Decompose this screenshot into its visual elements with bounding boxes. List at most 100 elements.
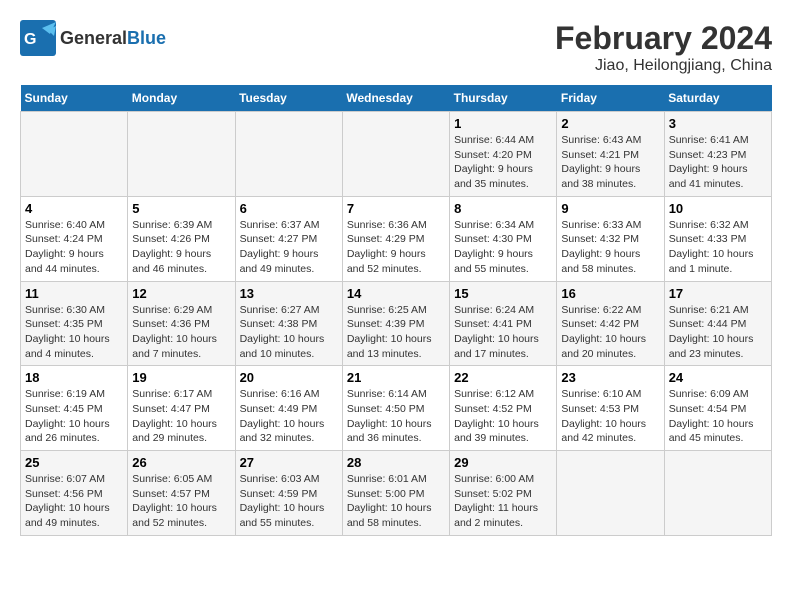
day-number: 28 <box>347 455 445 470</box>
day-info: Sunrise: 6:17 AM Sunset: 4:47 PM Dayligh… <box>132 387 230 446</box>
day-info: Sunrise: 6:22 AM Sunset: 4:42 PM Dayligh… <box>561 303 659 362</box>
day-number: 25 <box>25 455 123 470</box>
day-number: 15 <box>454 286 552 301</box>
day-number: 5 <box>132 201 230 216</box>
calendar-body: 1Sunrise: 6:44 AM Sunset: 4:20 PM Daylig… <box>21 112 772 536</box>
day-header-wednesday: Wednesday <box>342 85 449 112</box>
day-number: 18 <box>25 370 123 385</box>
calendar-day-8: 8 Sunrise: 6:34 AM Sunset: 4:30 PM Daylig… <box>450 196 557 281</box>
day-number: 21 <box>347 370 445 385</box>
svg-text:G: G <box>24 31 36 48</box>
day-header-monday: Monday <box>128 85 235 112</box>
day-info: Sunrise: 6:32 AM Sunset: 4:33 PM Dayligh… <box>669 218 767 277</box>
day-header-tuesday: Tuesday <box>235 85 342 112</box>
calendar-day-9: 9 Sunrise: 6:33 AM Sunset: 4:32 PM Daylig… <box>557 196 664 281</box>
day-info: Sunrise: 6:36 AM Sunset: 4:29 PM Dayligh… <box>347 218 445 277</box>
calendar-day-18: 18 Sunrise: 6:19 AM Sunset: 4:45 PM Dayli… <box>21 366 128 451</box>
day-header-saturday: Saturday <box>664 85 771 112</box>
title-block: February 2024 Jiao, Heilongjiang, China <box>555 20 772 75</box>
calendar-day-27: 27Sunrise: 6:03 AM Sunset: 4:59 PM Dayli… <box>235 451 342 536</box>
day-number: 11 <box>25 286 123 301</box>
day-info: Sunrise: 6:21 AM Sunset: 4:44 PM Dayligh… <box>669 303 767 362</box>
day-info: Sunrise: 6:43 AM Sunset: 4:21 PM Dayligh… <box>561 133 659 192</box>
empty-cell <box>21 112 128 197</box>
day-info: Sunrise: 6:40 AM Sunset: 4:24 PM Dayligh… <box>25 218 123 277</box>
day-info: Sunrise: 6:01 AM Sunset: 5:00 PM Dayligh… <box>347 472 445 531</box>
day-info: Sunrise: 6:03 AM Sunset: 4:59 PM Dayligh… <box>240 472 338 531</box>
calendar-day-19: 19 Sunrise: 6:17 AM Sunset: 4:47 PM Dayli… <box>128 366 235 451</box>
calendar-day-14: 14 Sunrise: 6:25 AM Sunset: 4:39 PM Dayli… <box>342 281 449 366</box>
calendar-day-29: 29Sunrise: 6:00 AM Sunset: 5:02 PM Dayli… <box>450 451 557 536</box>
day-number: 17 <box>669 286 767 301</box>
calendar-week-row: 1Sunrise: 6:44 AM Sunset: 4:20 PM Daylig… <box>21 112 772 197</box>
day-info: Sunrise: 6:10 AM Sunset: 4:53 PM Dayligh… <box>561 387 659 446</box>
calendar-day-21: 21 Sunrise: 6:14 AM Sunset: 4:50 PM Dayli… <box>342 366 449 451</box>
page-subtitle: Jiao, Heilongjiang, China <box>555 57 772 75</box>
day-number: 16 <box>561 286 659 301</box>
calendar-day-7: 7Sunrise: 6:36 AM Sunset: 4:29 PM Daylig… <box>342 196 449 281</box>
calendar-day-20: 20 Sunrise: 6:16 AM Sunset: 4:49 PM Dayli… <box>235 366 342 451</box>
calendar-day-25: 25 Sunrise: 6:07 AM Sunset: 4:56 PM Dayli… <box>21 451 128 536</box>
day-number: 9 <box>561 201 659 216</box>
calendar-day-2: 2 Sunrise: 6:43 AM Sunset: 4:21 PM Daylig… <box>557 112 664 197</box>
calendar-day-23: 23Sunrise: 6:10 AM Sunset: 4:53 PM Dayli… <box>557 366 664 451</box>
day-info: Sunrise: 6:33 AM Sunset: 4:32 PM Dayligh… <box>561 218 659 277</box>
calendar-day-15: 15Sunrise: 6:24 AM Sunset: 4:41 PM Dayli… <box>450 281 557 366</box>
day-number: 4 <box>25 201 123 216</box>
empty-cell <box>557 451 664 536</box>
day-info: Sunrise: 6:29 AM Sunset: 4:36 PM Dayligh… <box>132 303 230 362</box>
calendar-day-13: 13Sunrise: 6:27 AM Sunset: 4:38 PM Dayli… <box>235 281 342 366</box>
day-header-thursday: Thursday <box>450 85 557 112</box>
calendar-day-5: 5 Sunrise: 6:39 AM Sunset: 4:26 PM Daylig… <box>128 196 235 281</box>
page-title: February 2024 <box>555 20 772 57</box>
empty-cell <box>342 112 449 197</box>
calendar-table: SundayMondayTuesdayWednesdayThursdayFrid… <box>20 85 772 536</box>
logo: G GeneralBlue <box>20 20 166 56</box>
day-info: Sunrise: 6:25 AM Sunset: 4:39 PM Dayligh… <box>347 303 445 362</box>
day-info: Sunrise: 6:39 AM Sunset: 4:26 PM Dayligh… <box>132 218 230 277</box>
calendar-day-4: 4 Sunrise: 6:40 AM Sunset: 4:24 PM Daylig… <box>21 196 128 281</box>
logo-blue-text: Blue <box>127 28 166 48</box>
calendar-day-10: 10 Sunrise: 6:32 AM Sunset: 4:33 PM Dayli… <box>664 196 771 281</box>
day-number: 19 <box>132 370 230 385</box>
calendar-day-1: 1Sunrise: 6:44 AM Sunset: 4:20 PM Daylig… <box>450 112 557 197</box>
day-info: Sunrise: 6:16 AM Sunset: 4:49 PM Dayligh… <box>240 387 338 446</box>
calendar-day-12: 12 Sunrise: 6:29 AM Sunset: 4:36 PM Dayli… <box>128 281 235 366</box>
day-info: Sunrise: 6:27 AM Sunset: 4:38 PM Dayligh… <box>240 303 338 362</box>
calendar-day-28: 28 Sunrise: 6:01 AM Sunset: 5:00 PM Dayli… <box>342 451 449 536</box>
day-info: Sunrise: 6:09 AM Sunset: 4:54 PM Dayligh… <box>669 387 767 446</box>
day-number: 1 <box>454 116 552 131</box>
calendar-day-24: 24 Sunrise: 6:09 AM Sunset: 4:54 PM Dayli… <box>664 366 771 451</box>
day-number: 3 <box>669 116 767 131</box>
day-info: Sunrise: 6:12 AM Sunset: 4:52 PM Dayligh… <box>454 387 552 446</box>
day-number: 2 <box>561 116 659 131</box>
calendar-day-6: 6Sunrise: 6:37 AM Sunset: 4:27 PM Daylig… <box>235 196 342 281</box>
day-info: Sunrise: 6:41 AM Sunset: 4:23 PM Dayligh… <box>669 133 767 192</box>
day-number: 14 <box>347 286 445 301</box>
day-header-sunday: Sunday <box>21 85 128 112</box>
day-number: 8 <box>454 201 552 216</box>
day-header-friday: Friday <box>557 85 664 112</box>
day-number: 24 <box>669 370 767 385</box>
calendar-day-11: 11 Sunrise: 6:30 AM Sunset: 4:35 PM Dayli… <box>21 281 128 366</box>
empty-cell <box>128 112 235 197</box>
day-number: 20 <box>240 370 338 385</box>
calendar-header-row: SundayMondayTuesdayWednesdayThursdayFrid… <box>21 85 772 112</box>
day-info: Sunrise: 6:34 AM Sunset: 4:30 PM Dayligh… <box>454 218 552 277</box>
day-info: Sunrise: 6:07 AM Sunset: 4:56 PM Dayligh… <box>25 472 123 531</box>
day-number: 12 <box>132 286 230 301</box>
logo-general-text: General <box>60 28 127 48</box>
calendar-week-row: 25 Sunrise: 6:07 AM Sunset: 4:56 PM Dayli… <box>21 451 772 536</box>
empty-cell <box>664 451 771 536</box>
calendar-day-26: 26Sunrise: 6:05 AM Sunset: 4:57 PM Dayli… <box>128 451 235 536</box>
calendar-day-16: 16 Sunrise: 6:22 AM Sunset: 4:42 PM Dayli… <box>557 281 664 366</box>
day-info: Sunrise: 6:14 AM Sunset: 4:50 PM Dayligh… <box>347 387 445 446</box>
day-number: 22 <box>454 370 552 385</box>
calendar-day-22: 22 Sunrise: 6:12 AM Sunset: 4:52 PM Dayli… <box>450 366 557 451</box>
day-info: Sunrise: 6:30 AM Sunset: 4:35 PM Dayligh… <box>25 303 123 362</box>
calendar-week-row: 18 Sunrise: 6:19 AM Sunset: 4:45 PM Dayli… <box>21 366 772 451</box>
calendar-day-17: 17 Sunrise: 6:21 AM Sunset: 4:44 PM Dayli… <box>664 281 771 366</box>
calendar-day-3: 3 Sunrise: 6:41 AM Sunset: 4:23 PM Daylig… <box>664 112 771 197</box>
day-number: 10 <box>669 201 767 216</box>
day-info: Sunrise: 6:19 AM Sunset: 4:45 PM Dayligh… <box>25 387 123 446</box>
